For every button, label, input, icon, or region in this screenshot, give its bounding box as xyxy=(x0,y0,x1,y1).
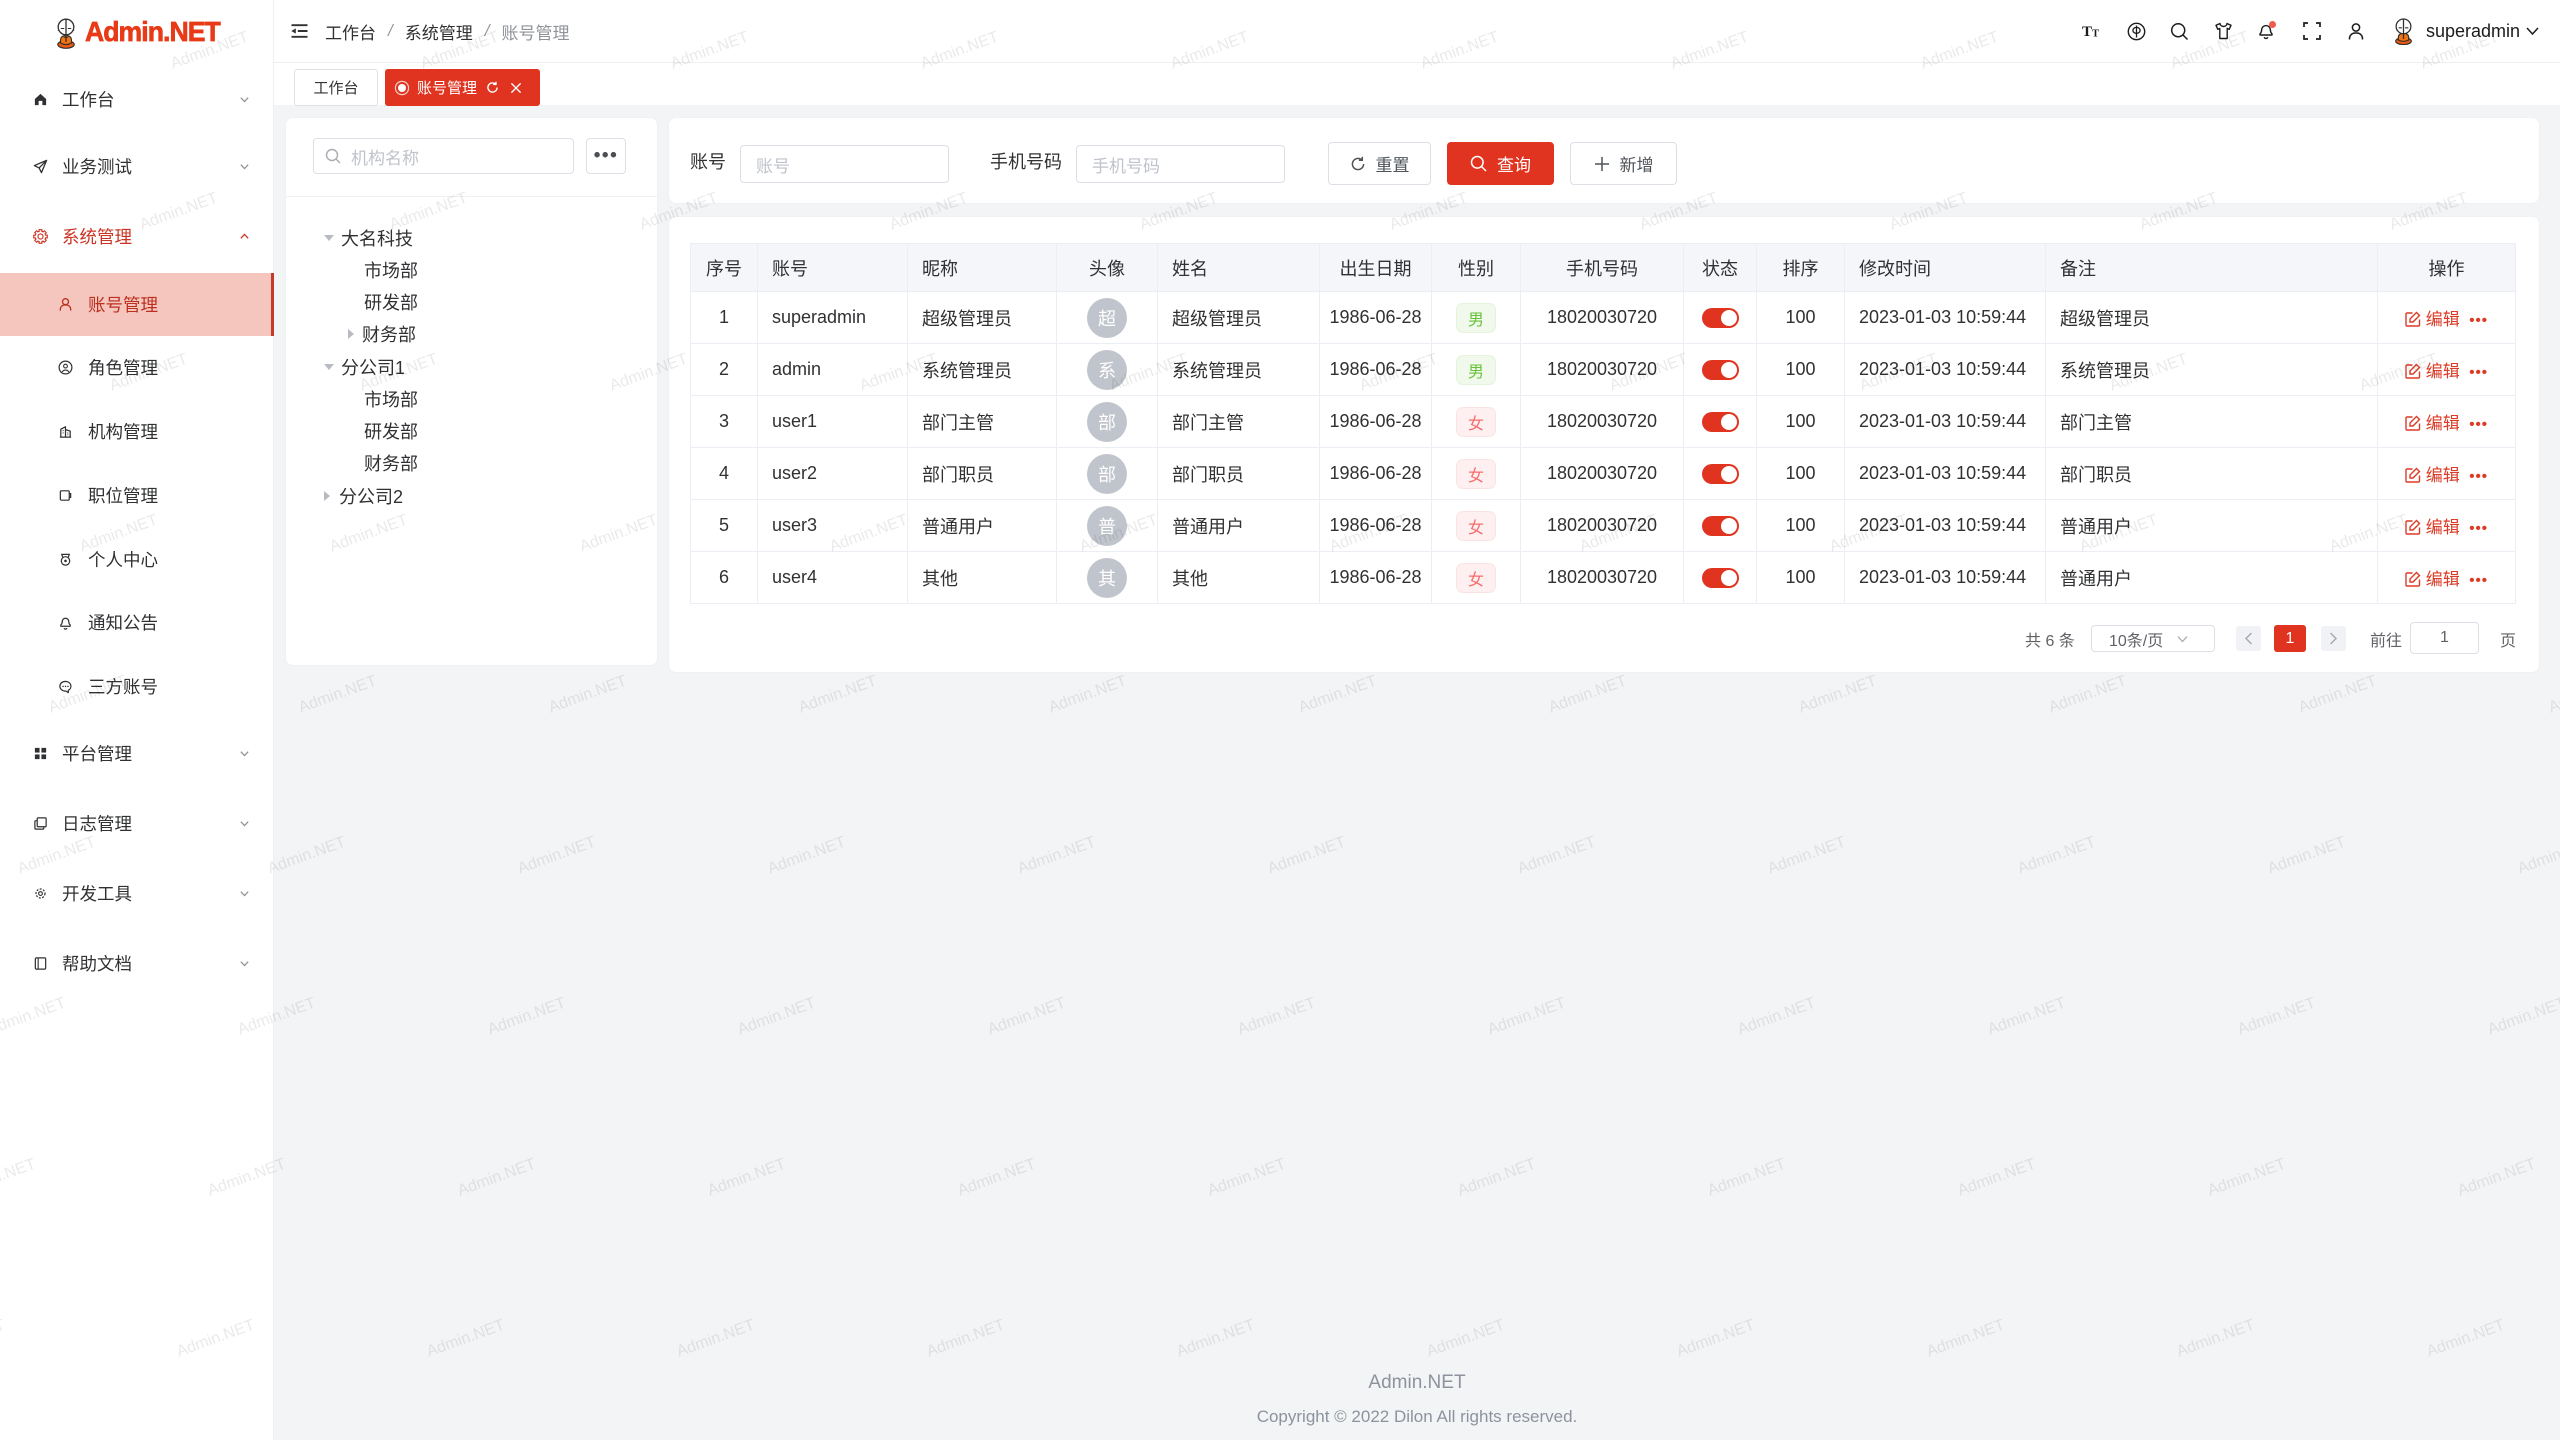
svg-text:T: T xyxy=(2082,24,2092,39)
svg-text:T: T xyxy=(2092,29,2099,40)
